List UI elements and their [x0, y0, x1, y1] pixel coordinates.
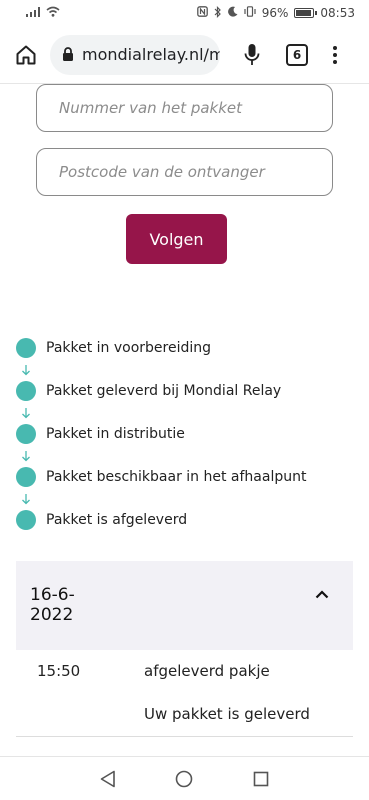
timeline-step: Pakket geleverd bij Mondial Relay [16, 380, 356, 402]
package-number-input[interactable] [36, 84, 333, 132]
arrow-down-icon [16, 445, 36, 466]
timeline-step: Pakket is afgeleverd [16, 509, 356, 531]
tracking-timeline: Pakket in voorbereiding Pakket geleverd … [16, 337, 356, 531]
event-date: 16-6-2022 [30, 585, 75, 625]
divider [16, 736, 353, 737]
collapse-toggle[interactable] [311, 583, 333, 605]
step-label: Pakket beschikbaar in het afhaalpunt [46, 469, 307, 485]
step-label: Pakket in voorbereiding [46, 340, 212, 356]
mic-icon [244, 43, 260, 65]
home-button[interactable] [8, 37, 44, 73]
timeline-step: Pakket in distributie [16, 423, 356, 445]
recents-button[interactable] [250, 768, 272, 790]
bluetooth-icon [214, 5, 222, 21]
system-nav-bar [0, 756, 369, 800]
status-bar: 96% 08:53 [0, 0, 369, 26]
step-dot-icon [16, 467, 36, 487]
event-description: Uw pakket is geleverd [144, 705, 310, 723]
step-label: Pakket in distributie [46, 426, 185, 442]
voice-search-button[interactable] [238, 37, 266, 73]
address-bar[interactable]: mondialrelay.nl/m [50, 34, 220, 75]
signal-icon [26, 6, 40, 20]
back-icon [100, 770, 115, 787]
back-button[interactable] [97, 768, 119, 790]
nfc-icon [196, 6, 208, 20]
battery-icon [294, 8, 318, 18]
menu-button[interactable] [330, 43, 340, 67]
status-right: 96% 08:53 [196, 5, 355, 21]
chevron-up-icon [315, 589, 329, 598]
postcode-input[interactable] [36, 148, 333, 196]
step-dot-icon [16, 510, 36, 530]
moon-icon [227, 6, 238, 20]
home-circle-icon [176, 770, 193, 787]
arrow-down-icon [16, 488, 36, 509]
step-label: Pakket geleverd bij Mondial Relay [46, 383, 282, 399]
lock-icon [62, 47, 74, 62]
follow-button[interactable]: Volgen [126, 214, 227, 264]
clock: 08:53 [320, 6, 355, 20]
url-text: mondialrelay.nl/m [82, 45, 220, 64]
recents-icon [253, 771, 269, 786]
step-dot-icon [16, 381, 36, 401]
battery-percent: 96% [261, 6, 289, 20]
menu-dot [333, 59, 337, 64]
arrow-down-icon [16, 359, 36, 380]
browser-toolbar: mondialrelay.nl/m 6 [0, 26, 369, 84]
tab-count: 6 [292, 47, 302, 62]
vibrate-icon [244, 6, 256, 20]
status-left [26, 6, 60, 20]
home-nav-button[interactable] [173, 768, 195, 790]
timeline-step: Pakket in voorbereiding [16, 337, 356, 359]
event-time: 15:50 [37, 662, 81, 680]
step-dot-icon [16, 424, 36, 444]
step-label: Pakket is afgeleverd [46, 512, 188, 528]
timeline-step: Pakket beschikbaar in het afhaalpunt [16, 466, 356, 488]
arrow-down-icon [16, 402, 36, 423]
menu-dot [333, 45, 337, 50]
date-accordion-header[interactable]: 16-6-2022 [16, 561, 353, 650]
home-icon [16, 45, 36, 64]
event-title: afgeleverd pakje [144, 662, 270, 680]
menu-dot [333, 52, 337, 57]
wifi-icon [46, 6, 60, 20]
tabs-button[interactable]: 6 [286, 43, 308, 66]
step-dot-icon [16, 338, 36, 358]
